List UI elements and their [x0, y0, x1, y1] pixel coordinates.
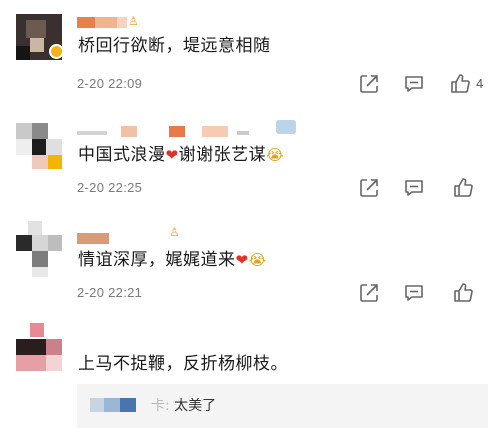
reply-username[interactable]	[90, 398, 150, 412]
heart-emoji-icon: ❤	[165, 146, 179, 164]
comment-icon[interactable]	[403, 282, 425, 304]
comment-time: 2-20 22:09	[77, 76, 143, 91]
avatar[interactable]	[16, 221, 62, 277]
comment-item: ♙ 桥回行欲断，堤远意相随 2-20 22:09 4	[0, 0, 500, 110]
crying-emoji-icon: 😭	[248, 251, 267, 269]
verified-badge-icon	[49, 44, 64, 59]
comment-time: 2-20 22:25	[77, 180, 143, 195]
comment-text: 中国式浪漫❤谢谢张艺谋😭	[78, 144, 284, 166]
reply-content: 卡: 太美了	[151, 397, 216, 415]
comment-icon[interactable]	[403, 73, 425, 95]
share-icon[interactable]	[358, 282, 380, 304]
reply-name-suffix: 卡:	[151, 398, 170, 414]
comment-text-part: 谢谢张艺谋	[178, 145, 267, 165]
share-icon[interactable]	[358, 177, 380, 199]
heart-emoji-icon: ❤	[235, 251, 249, 269]
avatar[interactable]	[16, 123, 62, 169]
like-icon[interactable]	[452, 176, 474, 198]
member-badge-icon	[276, 120, 296, 134]
like-count: 4	[476, 76, 484, 91]
comment-text-part: 中国式浪漫	[78, 145, 166, 165]
comment-text: 情谊深厚，娓娓道来❤😭	[78, 249, 267, 271]
like-icon[interactable]	[449, 72, 471, 94]
comment-icon[interactable]	[403, 177, 425, 199]
comment-text: 桥回行欲断，堤远意相随	[78, 36, 271, 56]
comment-text: 上马不捉鞭，反折杨柳枝。	[78, 354, 288, 374]
share-icon[interactable]	[358, 73, 380, 95]
username[interactable]	[77, 126, 287, 137]
reply-preview[interactable]: 卡: 太美了	[77, 384, 488, 428]
comment-list: { "comments": [ { "text": "桥回行欲断，堤远意相随",…	[0, 0, 500, 428]
comment-text-part: 情谊深厚，娓娓道来	[78, 250, 236, 270]
comment-item: 上马不捉鞭，反折杨柳枝。 卡: 太美了	[0, 320, 500, 428]
reply-text: 太美了	[174, 398, 217, 414]
user-level-icon: ♙	[169, 225, 180, 239]
avatar[interactable]	[16, 323, 62, 373]
username[interactable]	[77, 233, 139, 244]
user-level-icon: ♙	[128, 14, 139, 28]
comment-item: 中国式浪漫❤谢谢张艺谋😭 2-20 22:25	[0, 110, 500, 215]
comment-time: 2-20 22:21	[77, 285, 143, 300]
comment-item: ♙ 情谊深厚，娓娓道来❤😭 2-20 22:21	[0, 215, 500, 320]
crying-emoji-icon: 😭	[266, 146, 285, 164]
like-icon[interactable]	[452, 281, 474, 303]
